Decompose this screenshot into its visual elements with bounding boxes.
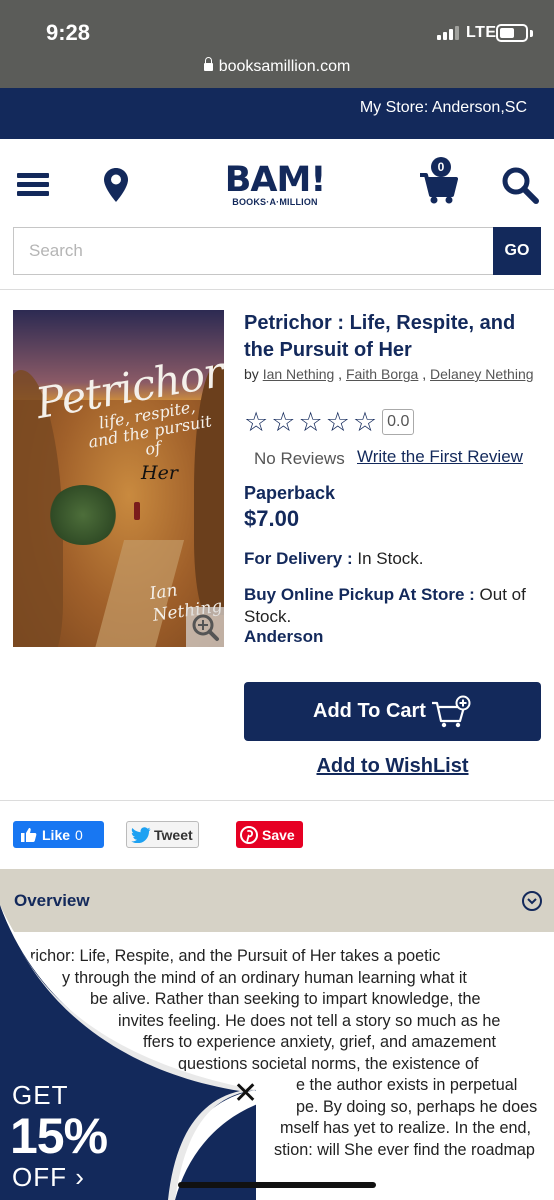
star-rating: ☆ ☆ ☆ ☆ ☆ 0.0 xyxy=(244,407,415,437)
tweet-button[interactable]: Tweet xyxy=(126,821,199,848)
divider xyxy=(0,800,554,801)
signal-icon xyxy=(437,26,459,40)
promo-off-text[interactable]: OFF › xyxy=(12,1162,85,1193)
delivery-status: For Delivery : In Stock. xyxy=(244,549,424,569)
location-pin-icon[interactable] xyxy=(103,167,129,203)
cart-count-badge: 0 xyxy=(431,157,451,177)
product-title: Petrichor : Life, Respite, and the Pursu… xyxy=(244,312,516,361)
no-reviews-label: No Reviews xyxy=(254,449,345,468)
zoom-icon[interactable] xyxy=(186,607,224,647)
author-byline: by Ian Nething , Faith Borga , Delaney N… xyxy=(244,366,534,382)
author-link[interactable]: Faith Borga xyxy=(346,366,418,382)
lock-icon xyxy=(203,57,213,71)
cover-subtitle-end: Her xyxy=(141,462,178,484)
pinterest-icon xyxy=(240,825,258,844)
search-go-button[interactable]: GO xyxy=(493,227,541,275)
star-empty-icon: ☆ xyxy=(271,407,296,437)
pickup-label: Buy Online Pickup At Store : xyxy=(244,585,475,604)
facebook-like-button[interactable]: Like 0 xyxy=(13,821,104,848)
product-price: $7.00 xyxy=(244,506,300,531)
pinterest-save-button[interactable]: Save xyxy=(236,821,303,848)
by-label: by xyxy=(244,366,259,382)
divider xyxy=(0,289,554,290)
status-bar: 9:28 LTE booksamillion.com xyxy=(0,0,554,88)
twitter-bird-icon xyxy=(131,826,151,843)
network-label: LTE xyxy=(466,24,497,41)
promo-percent-text[interactable]: 15% xyxy=(10,1108,108,1164)
clock: 9:28 xyxy=(46,20,91,45)
product-format: Paperback xyxy=(244,483,336,503)
url-text: booksamillion.com xyxy=(218,58,351,75)
delivery-value: In Stock. xyxy=(352,549,424,568)
site-header: BAM! BOOKS·A·MILLION 0 xyxy=(0,139,554,225)
author-link[interactable]: Ian Nething xyxy=(263,366,335,382)
address-bar[interactable]: booksamillion.com xyxy=(0,57,554,76)
store-bar: My Store: Anderson,SC xyxy=(0,88,554,139)
star-empty-icon: ☆ xyxy=(352,407,378,437)
write-review-link[interactable]: Write the First Review xyxy=(357,447,523,467)
bam-logo[interactable]: BAM! BOOKS·A·MILLION xyxy=(221,160,329,208)
home-indicator[interactable] xyxy=(178,1182,376,1188)
author-link[interactable]: Delaney Nething xyxy=(430,366,534,382)
add-to-cart-button[interactable]: Add To Cart xyxy=(244,682,541,741)
search-input[interactable] xyxy=(13,227,493,275)
delivery-label: For Delivery : xyxy=(244,549,353,568)
add-to-wishlist-link[interactable]: Add to WishList xyxy=(244,755,541,778)
add-to-cart-label: Add To Cart xyxy=(313,700,426,722)
star-empty-icon: ☆ xyxy=(325,407,350,437)
thumbs-up-icon xyxy=(21,828,37,842)
chevron-down-icon[interactable] xyxy=(522,891,542,911)
promo-get-text: GET xyxy=(12,1080,69,1110)
logo-sub: BOOKS·A·MILLION xyxy=(232,197,318,207)
search-icon[interactable] xyxy=(500,165,540,205)
menu-icon[interactable] xyxy=(17,173,49,197)
save-label: Save xyxy=(262,826,295,843)
my-store-link[interactable]: My Store: Anderson,SC xyxy=(360,99,527,117)
logo-main: BAM! xyxy=(224,160,327,200)
like-label: Like xyxy=(42,826,71,843)
star-empty-icon: ☆ xyxy=(298,407,323,437)
close-icon[interactable]: ✕ xyxy=(233,1078,258,1110)
like-count: 0 xyxy=(75,826,83,843)
rating-value: 0.0 xyxy=(382,409,415,435)
tweet-label: Tweet xyxy=(154,826,193,843)
star-empty-icon: ☆ xyxy=(244,407,269,437)
add-cart-icon xyxy=(431,695,471,727)
battery-tip xyxy=(530,30,533,37)
pickup-status: Buy Online Pickup At Store : Out of Stoc… xyxy=(244,584,544,628)
battery-icon xyxy=(496,24,528,42)
book-cover-image[interactable]: Petrichor: life, respite, and the pursui… xyxy=(13,310,224,647)
pickup-store-link[interactable]: Anderson xyxy=(244,627,323,647)
